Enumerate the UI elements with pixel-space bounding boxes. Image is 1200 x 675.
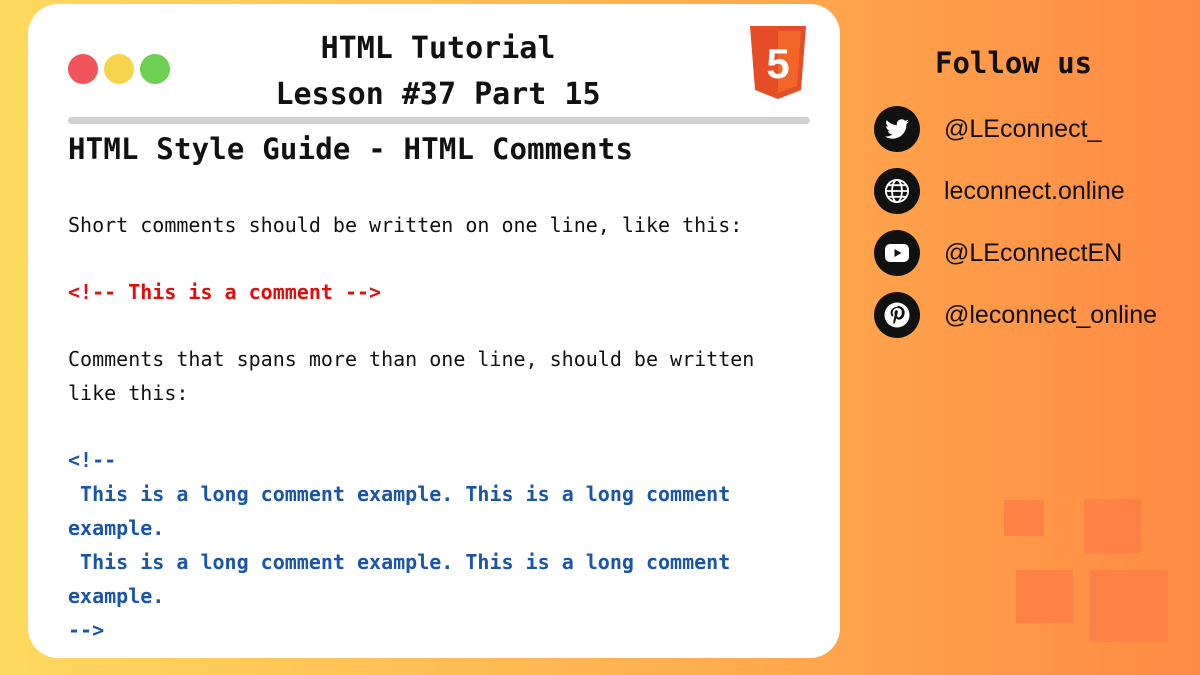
social-label-twitter: @LEconnect_ [944,114,1102,143]
long-comment-open: <!-- [68,448,117,472]
social-link-youtube[interactable]: @LEconnectEN [874,222,1157,284]
lesson-content: Short comments should be written on one … [68,208,813,647]
social-link-website[interactable]: leconnect.online [874,160,1157,222]
lesson-title: HTML Tutorial Lesson #37 Part 15 [168,26,708,118]
paragraph-short-comments: Short comments should be written on one … [68,213,743,237]
social-label-pinterest: @leconnect_online [944,300,1158,329]
long-comment-close: --> [68,618,105,642]
close-dot[interactable] [68,54,98,84]
short-comment-example: <!-- This is a comment --> [68,280,382,304]
social-label-website: leconnect.online [944,176,1125,205]
lesson-card: HTML Tutorial Lesson #37 Part 15 5 HTML … [28,4,840,658]
decor-square [1084,499,1141,553]
social-link-twitter[interactable]: @LEconnect_ [874,98,1157,160]
maximize-dot[interactable] [140,54,170,84]
long-comment-line: This is a long comment example. This is … [68,550,743,608]
paragraph-multiline-comments: Comments that spans more than one line, … [68,347,767,405]
twitter-icon [874,106,920,152]
decor-square [1016,570,1073,623]
social-links: @LEconnect_ leconnect.online @LEconnectE… [874,98,1157,346]
follow-us-title: Follow us [935,46,1093,80]
globe-icon [874,168,920,214]
pinterest-icon [874,292,920,338]
social-link-pinterest[interactable]: @leconnect_online [874,284,1157,346]
decor-square [1090,570,1168,642]
decor-square [1004,500,1044,536]
youtube-icon [874,230,920,276]
lesson-heading: HTML Style Guide - HTML Comments [68,132,634,166]
html5-logo-text: 5 [766,40,789,87]
html5-logo-icon: 5 [750,26,806,99]
minimize-dot[interactable] [104,54,134,84]
title-line-1: HTML Tutorial [320,31,556,66]
title-line-2: Lesson #37 Part 15 [275,77,601,112]
long-comment-line: This is a long comment example. This is … [68,482,743,540]
divider [68,117,810,124]
window-controls [68,54,170,84]
social-label-youtube: @LEconnectEN [944,238,1123,267]
